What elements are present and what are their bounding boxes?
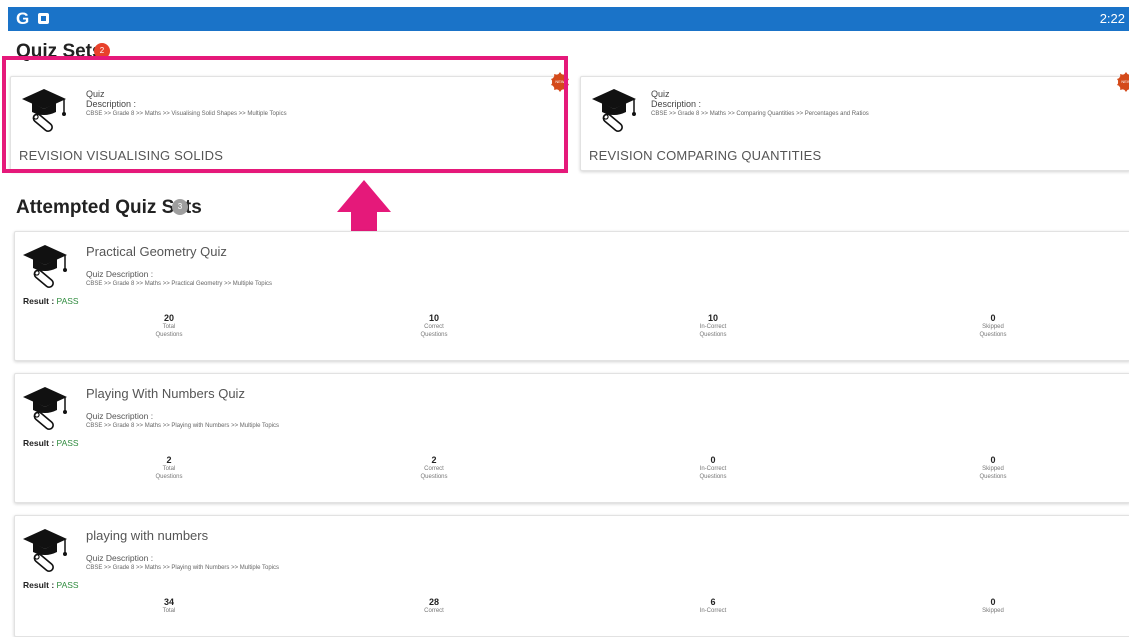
result-pass: PASS [56,580,79,590]
graduation-cap-icon [22,89,66,132]
quiz-breadcrumb: CBSE >> Grade 8 >> Maths >> Practical Ge… [86,281,272,287]
stat-incorrect: 6 In-Correct [699,597,727,614]
graduation-cap-icon [23,245,67,288]
graduation-cap-icon [23,529,67,572]
quiz-title: Practical Geometry Quiz [86,244,227,259]
graduation-cap-icon [23,387,67,430]
quiz-breadcrumb: CBSE >> Grade 8 >> Maths >> Comparing Qu… [651,111,869,117]
attempted-quiz-card-practical-geometry[interactable]: Practical Geometry Quiz Quiz Description… [14,231,1129,361]
stat-skipped: 0 Skipped Questions [979,455,1007,480]
quiz-title: playing with numbers [86,528,209,543]
result-status: Result : PASS [23,580,79,590]
result-status: Result : PASS [23,296,79,306]
stat-skipped: 0 Skipped Questions [979,313,1007,338]
quiz-name: REVISION COMPARING QUANTITIES [589,148,822,163]
quiz-description-label: Description : [651,99,702,109]
graduation-cap-icon [592,89,636,132]
quiz-description-label: Quiz Description : [86,411,154,421]
quiz-sets-count-badge: 2 [94,43,110,59]
quiz-type-label: Quiz [651,89,670,99]
status-bar: G 2:22 [8,7,1129,31]
quiz-card-comparing-quantities[interactable]: Quiz Description : CBSE >> Grade 8 >> Ma… [580,76,1129,171]
stat-total: 20 Total Questions [155,313,183,338]
result-status: Result : PASS [23,438,79,448]
quiz-description-label: Description : [86,99,137,109]
stat-incorrect: 10 In-Correct Questions [699,313,727,338]
notification-icon [38,13,49,24]
quiz-sets-title: Quiz Sets [16,41,103,61]
attempted-quiz-card-playing-with-numbers-2[interactable]: playing with numbers Quiz Description : … [14,515,1129,637]
attempted-quiz-card-playing-with-numbers[interactable]: Playing With Numbers Quiz Quiz Descripti… [14,373,1129,503]
stat-incorrect: 0 In-Correct Questions [699,455,727,480]
quiz-type-label: Quiz [86,89,105,99]
stat-total: 2 Total Questions [155,455,183,480]
result-pass: PASS [56,296,79,306]
google-icon: G [16,9,30,28]
stat-correct: 10 Correct Questions [420,313,448,338]
quiz-breadcrumb: CBSE >> Grade 8 >> Maths >> Playing with… [86,565,279,571]
stat-correct: 28 Correct [424,597,444,614]
stat-total: 34 Total [162,597,176,614]
stat-correct: 2 Correct Questions [420,455,448,480]
quiz-name: REVISION VISUALISING SOLIDS [19,148,224,163]
quiz-breadcrumb: CBSE >> Grade 8 >> Maths >> Visualising … [86,111,287,117]
result-pass: PASS [56,438,79,448]
new-seal-icon: NEW [552,74,568,90]
quiz-card-visualising-solids[interactable]: Quiz Description : CBSE >> Grade 8 >> Ma… [10,76,566,171]
quiz-description-label: Quiz Description : [86,553,154,563]
attempted-count-badge: 3 [172,199,188,215]
stat-skipped: 0 Skipped [982,597,1004,614]
quiz-title: Playing With Numbers Quiz [86,386,245,401]
quiz-breadcrumb: CBSE >> Grade 8 >> Maths >> Playing with… [86,423,279,429]
clock: 2:22 [1099,11,1125,26]
quiz-description-label: Quiz Description : [86,269,154,279]
new-seal-icon: NEW [1118,74,1129,90]
